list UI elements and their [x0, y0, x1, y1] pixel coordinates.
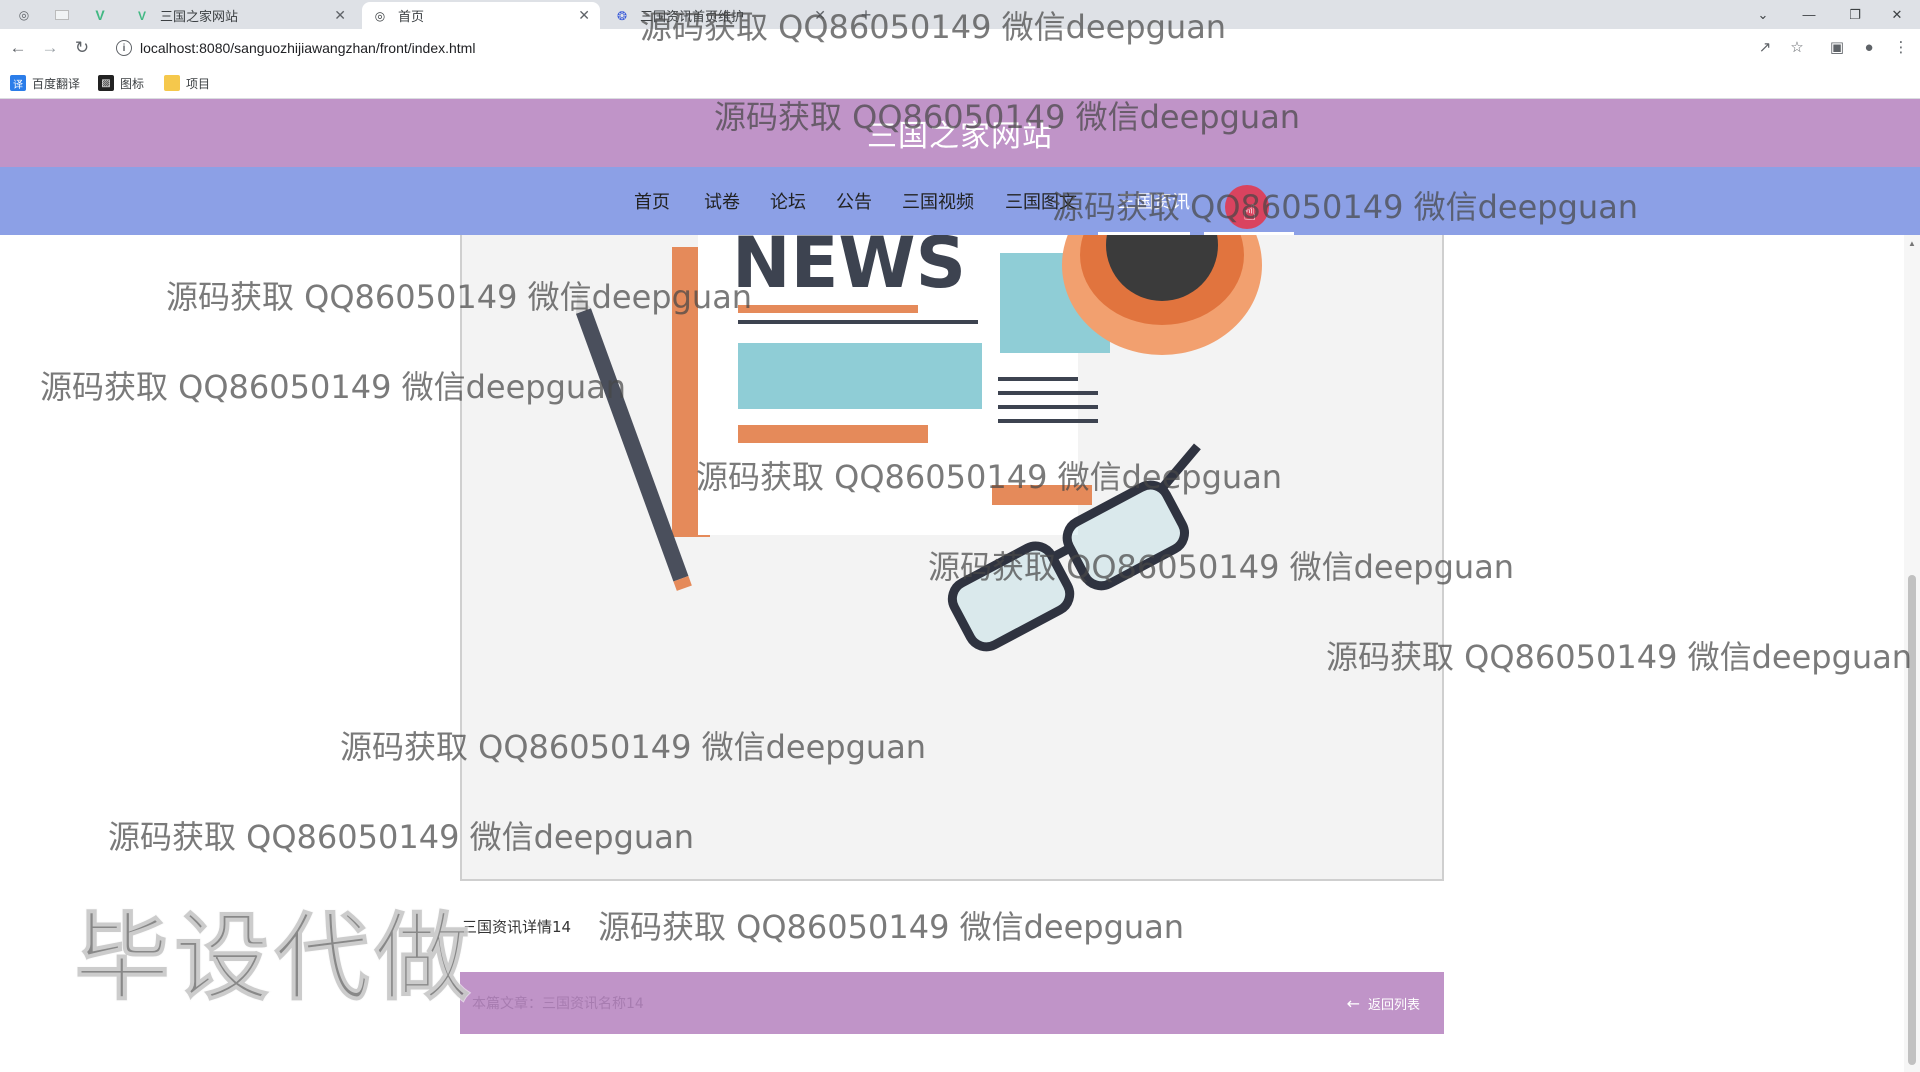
nav-news[interactable]: 三国资讯	[1118, 167, 1190, 235]
article-footer-bar: 本篇文章：三国资讯名称14 ← 返回列表	[460, 972, 1444, 1034]
bookmarks-bar: 译 百度翻译 ▨ 图标 项目	[0, 67, 1920, 99]
plus-icon: +	[860, 4, 872, 25]
watermark-text: 源码获取 QQ86050149 微信deepguan	[598, 908, 1185, 946]
newspaper-line	[998, 377, 1078, 381]
image-icon: ▨	[98, 75, 114, 91]
article-image: NEWS	[460, 235, 1444, 881]
site-title: 三国之家网站	[867, 119, 1053, 154]
chevron-down-icon: ⌄	[1757, 6, 1769, 22]
newspaper-line	[738, 305, 918, 313]
newspaper-line	[738, 425, 928, 443]
bookmark-label: 项目	[186, 76, 211, 91]
bookmark-icons[interactable]: ▨ 图标	[98, 74, 144, 92]
back-to-list-label: 返回列表	[1367, 997, 1420, 1013]
close-icon[interactable]: ✕	[334, 7, 346, 24]
tab-sanguo-site[interactable]: V 三国之家网站 ✕	[124, 2, 356, 29]
newspaper-line	[998, 391, 1098, 395]
blank-page-icon	[55, 10, 69, 20]
news-illustration: NEWS	[575, 235, 1262, 652]
watermark-stamp: 毕设代做	[73, 901, 474, 1015]
bookmark-label: 百度翻译	[32, 76, 81, 91]
scroll-up-icon[interactable]: ▲	[1908, 239, 1916, 248]
browser-tab-bar: ◎ V V 三国之家网站 ✕ ◎ 首页 ✕ ❂ 三国资讯首页维护 ✕ + ⌄ —…	[0, 0, 1920, 29]
nav-gallery[interactable]: 三国图文	[1005, 167, 1077, 235]
tab-label: 三国资讯首页维护	[640, 9, 745, 24]
tab-label: 三国之家网站	[160, 9, 239, 24]
new-tab-button[interactable]: +	[852, 4, 880, 26]
tab-search-button[interactable]: ⌄	[1740, 0, 1786, 29]
side-panel-icon[interactable]: ▣	[1826, 36, 1848, 58]
star-icon[interactable]: ☆	[1786, 36, 1808, 58]
scrollbar-thumb[interactable]	[1908, 575, 1916, 1065]
profile-icon[interactable]: ●	[1858, 36, 1880, 58]
restore-icon: ❐	[1849, 6, 1861, 22]
page-scrollbar[interactable]: ▲	[1904, 235, 1920, 1072]
newspaper-line	[998, 405, 1098, 409]
globe-icon: ◎	[18, 8, 30, 22]
reload-icon: ↻	[74, 38, 90, 57]
tab-admin[interactable]: ❂ 三国资讯首页维护 ✕	[604, 2, 836, 29]
nav-home[interactable]: 首页	[634, 167, 670, 235]
restore-button[interactable]: ❐	[1832, 0, 1878, 29]
baidu-icon: ❂	[616, 8, 628, 23]
news-headline: NEWS	[732, 235, 966, 304]
share-icon[interactable]: ↗	[1754, 36, 1776, 58]
article-title: 三国资讯详情14	[462, 918, 572, 936]
translate-icon: 译	[10, 75, 26, 91]
vue-icon: V	[137, 8, 146, 23]
newspaper-photo	[738, 343, 982, 409]
bookmark-label: 图标	[120, 76, 145, 91]
bookmark-project[interactable]: 项目	[164, 74, 210, 92]
tab-label: 首页	[398, 9, 425, 24]
hand-cursor-icon: ☝	[1243, 200, 1257, 225]
pinned-tab-3[interactable]: V	[86, 4, 114, 26]
close-window-button[interactable]: ✕	[1874, 0, 1920, 29]
nav-notice[interactable]: 公告	[836, 167, 872, 235]
url-text: localhost:8080/sanguozhijiawangzhan/fron…	[140, 40, 476, 56]
info-icon[interactable]: i	[116, 40, 132, 56]
close-icon[interactable]: ✕	[814, 7, 826, 24]
reload-button[interactable]: ↻	[70, 36, 94, 60]
arrow-left-icon: ←	[1346, 993, 1360, 1013]
minimize-icon: —	[1802, 7, 1816, 22]
nav-forum[interactable]: 论坛	[770, 167, 806, 235]
close-icon: ✕	[1891, 6, 1903, 22]
minimize-button[interactable]: —	[1786, 0, 1832, 29]
back-to-list-button[interactable]: ← 返回列表	[1347, 994, 1420, 1013]
vue-icon: V	[95, 7, 105, 23]
globe-icon: ◎	[374, 8, 386, 23]
menu-icon[interactable]: ⋮	[1890, 36, 1912, 58]
folder-icon	[164, 75, 180, 91]
nav-video[interactable]: 三国视频	[902, 167, 974, 235]
forward-button[interactable]: →	[38, 36, 62, 60]
arrow-right-icon: →	[41, 38, 59, 57]
arrow-left-icon: ←	[9, 38, 27, 57]
bookmark-baidu-translate[interactable]: 译 百度翻译	[10, 74, 80, 92]
newspaper-line	[992, 485, 1092, 505]
tab-home[interactable]: ◎ 首页 ✕	[362, 2, 600, 29]
site-header: 三国之家网站	[0, 99, 1920, 167]
close-icon[interactable]: ✕	[578, 7, 590, 24]
newspaper-line	[738, 320, 978, 324]
current-article-label: 本篇文章：三国资讯名称14	[472, 996, 644, 1012]
pinned-tab-2[interactable]	[48, 4, 76, 26]
url-input[interactable]: i localhost:8080/sanguozhijiawangzhan/fr…	[106, 33, 1808, 63]
nav-exam[interactable]: 试卷	[704, 167, 740, 235]
back-button[interactable]: ←	[6, 36, 30, 60]
address-bar-row: ← → ↻ i localhost:8080/sanguozhijiawangz…	[0, 29, 1920, 67]
main-nav: 首页 试卷 论坛 公告 三国视频 三国图文 三国资讯 ☝	[0, 167, 1920, 235]
newspaper-line	[998, 419, 1098, 423]
pinned-tab-1[interactable]: ◎	[10, 4, 38, 26]
